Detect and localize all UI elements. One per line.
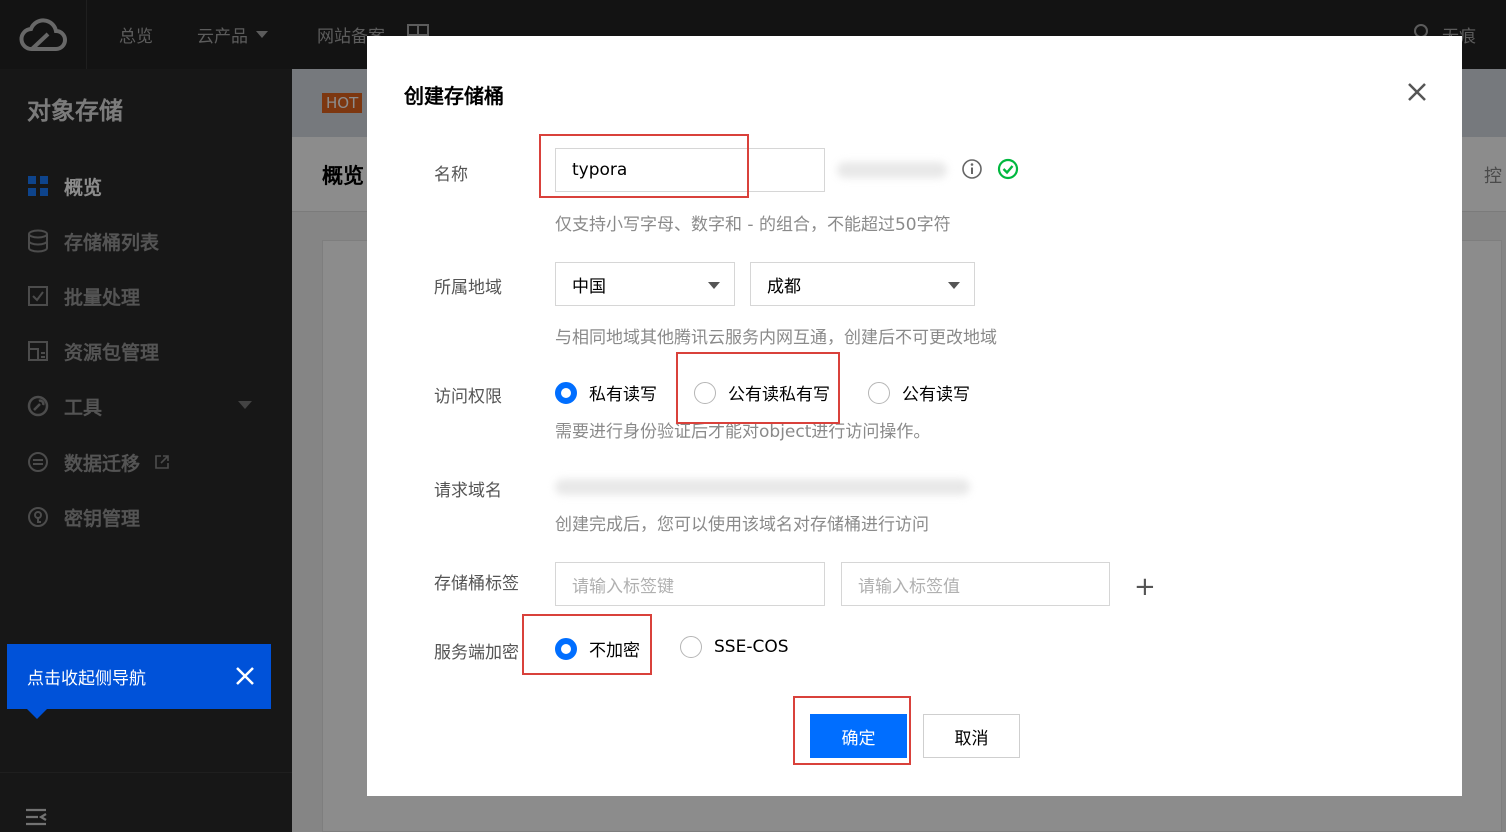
radio-label: 公有读写 — [902, 385, 970, 405]
chevron-down-icon — [948, 282, 960, 289]
bucket-name-value: typora — [572, 160, 628, 180]
add-tag-icon[interactable]: + — [1134, 572, 1156, 602]
region-hint: 与相同地域其他腾讯云服务内网互通，创建后不可更改地域 — [555, 328, 997, 348]
radio-circle — [555, 381, 577, 404]
radio-private-rw[interactable]: 私有读写 — [555, 380, 657, 405]
confirm-button-label: 确定 — [841, 728, 876, 749]
radio-label: 公有读私有写 — [728, 385, 830, 405]
confirm-button[interactable]: 确定 — [810, 714, 907, 758]
bucket-name-input[interactable]: typora — [555, 148, 825, 192]
check-circle-icon — [997, 158, 1019, 184]
radio-public-rw[interactable]: 公有读写 — [868, 380, 970, 405]
radio-sse-cos[interactable]: SSE-COS — [680, 636, 789, 658]
cancel-button-label: 取消 — [954, 728, 989, 749]
close-icon[interactable] — [1405, 80, 1429, 104]
name-hint: 仅支持小写字母、数字和 - 的组合，不能超过50字符 — [555, 215, 951, 235]
name-label: 名称 — [434, 165, 468, 185]
country-value: 中国 — [572, 276, 606, 297]
city-select[interactable]: 成都 — [750, 262, 975, 306]
city-value: 成都 — [767, 276, 801, 297]
radio-circle — [555, 637, 577, 660]
radio-public-read-private-write[interactable]: 公有读私有写 — [694, 380, 830, 405]
close-icon[interactable] — [235, 666, 255, 691]
collapse-tip[interactable]: 点击收起侧导航 — [7, 644, 271, 719]
tip-tail — [27, 709, 47, 719]
radio-label: 不加密 — [589, 641, 640, 661]
chevron-down-icon — [708, 282, 720, 289]
radio-circle — [868, 381, 890, 404]
access-label: 访问权限 — [434, 387, 502, 407]
tag-key-input[interactable]: 请输入标签键 — [555, 562, 825, 606]
domain-hint: 创建完成后，您可以使用该域名对存储桶进行访问 — [555, 515, 929, 535]
radio-label: SSE-COS — [714, 637, 789, 657]
tag-key-placeholder: 请输入标签键 — [572, 576, 674, 597]
tag-value-input[interactable]: 请输入标签值 — [841, 562, 1110, 606]
radio-circle — [680, 636, 702, 658]
appid-suffix-blurred — [837, 162, 947, 178]
region-label: 所属地域 — [434, 278, 502, 298]
dialog-title: 创建存储桶 — [404, 84, 504, 108]
encryption-label: 服务端加密 — [434, 643, 519, 663]
radio-no-encryption[interactable]: 不加密 — [555, 636, 640, 661]
radio-circle — [694, 381, 716, 404]
domain-value-blurred — [555, 479, 970, 495]
access-hint: 需要进行身份验证后才能对object进行访问操作。 — [555, 422, 931, 442]
create-bucket-dialog: 创建存储桶 名称 typora 仅支持小写字母、数字和 - 的组合，不能超过50… — [367, 36, 1462, 796]
domain-label: 请求域名 — [434, 481, 502, 501]
radio-label: 私有读写 — [589, 385, 657, 405]
info-icon[interactable] — [961, 158, 983, 184]
country-select[interactable]: 中国 — [555, 262, 735, 306]
tags-label: 存储桶标签 — [434, 574, 519, 594]
cancel-button[interactable]: 取消 — [923, 714, 1020, 758]
tag-value-placeholder: 请输入标签值 — [858, 576, 960, 597]
collapse-tip-text: 点击收起侧导航 — [27, 669, 146, 689]
